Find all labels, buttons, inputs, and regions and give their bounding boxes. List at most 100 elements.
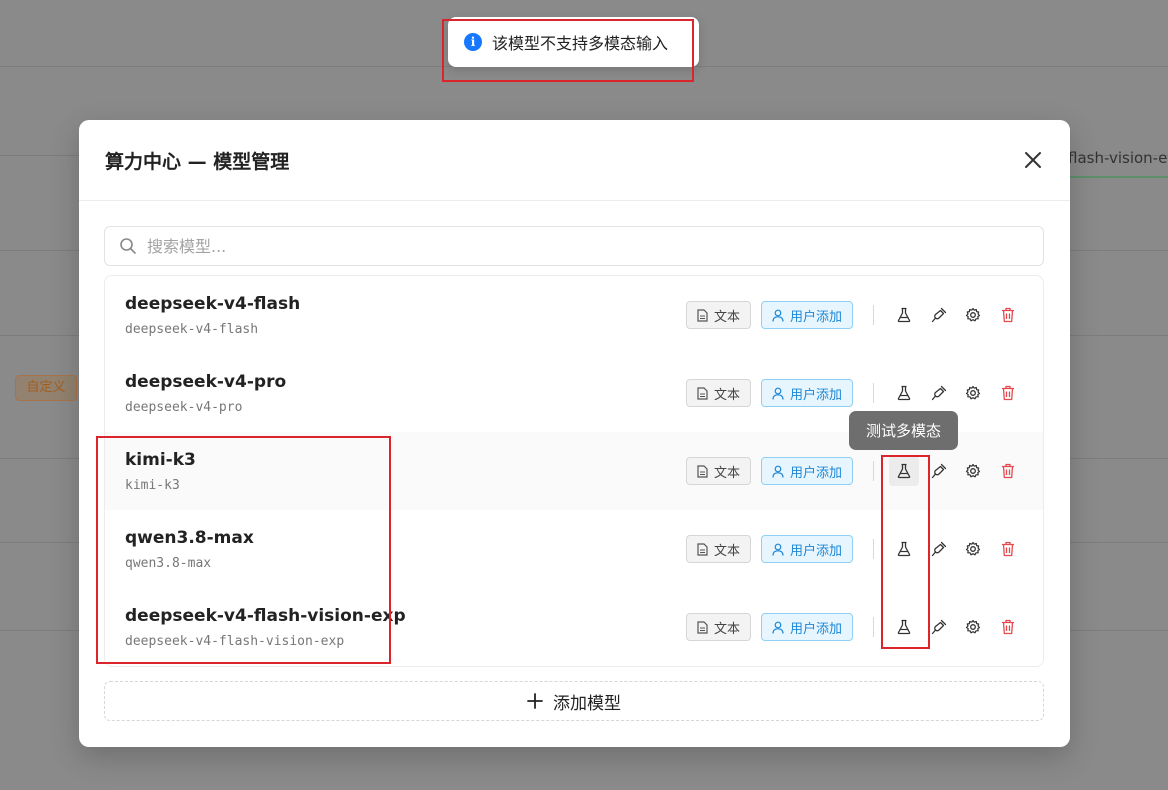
close-icon[interactable]: [1022, 149, 1044, 171]
test-multimodal-button[interactable]: [889, 300, 919, 330]
connect-button[interactable]: [924, 300, 954, 330]
user-icon: [772, 621, 784, 634]
document-icon: [697, 542, 708, 556]
gear-icon: [965, 463, 981, 478]
flask-icon: [897, 385, 911, 401]
connect-button[interactable]: [924, 534, 954, 564]
model-names: deepseek-v4-flash-vision-exp deepseek-v4…: [125, 606, 665, 649]
search-icon: [120, 238, 136, 254]
toast-text: 该模型不支持多模态输入: [492, 34, 669, 53]
type-tag: 文本: [686, 535, 751, 563]
model-name: deepseek-v4-pro: [125, 371, 287, 392]
plug-icon: [931, 619, 947, 635]
plug-icon: [931, 463, 947, 479]
type-tag-label: 文本: [713, 621, 740, 637]
divider: [873, 461, 874, 481]
settings-button[interactable]: [958, 456, 988, 486]
connect-button[interactable]: [924, 378, 954, 408]
delete-button[interactable]: [993, 612, 1023, 642]
add-model-label: 添加模型: [553, 693, 621, 714]
gear-icon: [965, 385, 981, 400]
source-tag: 用户添加: [761, 457, 853, 485]
dialog-header: 算力中心 — 模型管理: [79, 120, 1070, 201]
type-tag: 文本: [686, 457, 751, 485]
test-multimodal-button[interactable]: [889, 534, 919, 564]
model-id: deepseek-v4-flash-vision-exp: [125, 633, 345, 649]
source-tag-label: 用户添加: [789, 543, 842, 559]
source-tag: 用户添加: [761, 613, 853, 641]
model-list: deepseek-v4-flash deepseek-v4-flash 文本 用…: [104, 275, 1044, 667]
document-icon: [697, 464, 708, 478]
model-id: deepseek-v4-flash: [125, 321, 259, 337]
search-input[interactable]: [147, 236, 1027, 256]
user-icon: [772, 465, 784, 478]
settings-button[interactable]: [958, 378, 988, 408]
tooltip-test-multimodal: 测试多模态: [849, 411, 958, 450]
search-box: [104, 226, 1044, 266]
source-tag: 用户添加: [761, 535, 853, 563]
user-icon: [772, 309, 784, 322]
add-model-button[interactable]: 添加模型: [104, 681, 1044, 721]
divider: [873, 617, 874, 637]
connect-button[interactable]: [924, 456, 954, 486]
delete-button[interactable]: [993, 456, 1023, 486]
delete-button[interactable]: [993, 378, 1023, 408]
dialog-title: 算力中心 — 模型管理: [105, 150, 290, 173]
model-name: deepseek-v4-flash: [125, 293, 301, 314]
plus-icon: [527, 693, 543, 709]
test-multimodal-button[interactable]: [889, 378, 919, 408]
document-icon: [697, 386, 708, 400]
model-name: qwen3.8-max: [125, 527, 254, 548]
trash-icon: [1002, 307, 1014, 323]
model-id: qwen3.8-max: [125, 555, 212, 571]
document-icon: [697, 620, 708, 634]
user-icon: [772, 387, 784, 400]
trash-icon: [1002, 619, 1014, 635]
delete-button[interactable]: [993, 534, 1023, 564]
test-multimodal-button[interactable]: [889, 456, 919, 486]
test-multimodal-button[interactable]: [889, 612, 919, 642]
source-tag-label: 用户添加: [789, 465, 842, 481]
flask-icon: [897, 619, 911, 635]
model-id: deepseek-v4-pro: [125, 399, 243, 415]
gear-icon: [965, 307, 981, 322]
model-row-deepseek-v4-flash: deepseek-v4-flash deepseek-v4-flash 文本 用…: [105, 276, 1043, 354]
settings-button[interactable]: [958, 612, 988, 642]
flask-icon: [897, 541, 911, 557]
document-icon: [697, 308, 708, 322]
flask-icon: [897, 307, 911, 323]
type-tag-label: 文本: [713, 309, 740, 325]
source-tag: 用户添加: [761, 301, 853, 329]
flask-icon: [897, 463, 911, 479]
connect-button[interactable]: [924, 612, 954, 642]
source-tag: 用户添加: [761, 379, 853, 407]
model-row-qwen3.8-max: qwen3.8-max qwen3.8-max 文本 用户添加: [105, 510, 1043, 588]
model-names: kimi-k3 kimi-k3: [125, 450, 665, 493]
trash-icon: [1002, 541, 1014, 557]
settings-button[interactable]: [958, 300, 988, 330]
source-tag-label: 用户添加: [789, 387, 842, 403]
model-names: qwen3.8-max qwen3.8-max: [125, 528, 665, 571]
plug-icon: [931, 385, 947, 401]
trash-icon: [1002, 463, 1014, 479]
delete-button[interactable]: [993, 300, 1023, 330]
type-tag: 文本: [686, 301, 751, 329]
info-icon: i: [464, 33, 482, 51]
settings-button[interactable]: [958, 534, 988, 564]
background-model-chip: flash-vision-e: [1068, 140, 1168, 178]
plug-icon: [931, 307, 947, 323]
model-names: deepseek-v4-flash deepseek-v4-flash: [125, 294, 665, 337]
source-tag-label: 用户添加: [789, 309, 842, 325]
model-name: deepseek-v4-flash-vision-exp: [125, 605, 406, 626]
model-row-deepseek-v4-flash-vision-exp: deepseek-v4-flash-vision-exp deepseek-v4…: [105, 588, 1043, 666]
toast-message: i 该模型不支持多模态输入: [448, 17, 699, 67]
model-id: kimi-k3: [125, 477, 180, 493]
gear-icon: [965, 619, 981, 634]
type-tag: 文本: [686, 379, 751, 407]
divider: [873, 539, 874, 559]
gear-icon: [965, 541, 981, 556]
divider: [873, 383, 874, 403]
trash-icon: [1002, 385, 1014, 401]
model-name: kimi-k3: [125, 449, 196, 470]
model-names: deepseek-v4-pro deepseek-v4-pro: [125, 372, 665, 415]
